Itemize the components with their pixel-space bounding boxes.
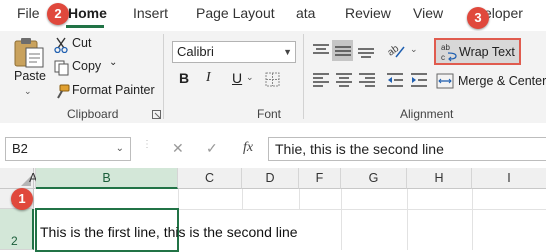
column-gridline bbox=[242, 189, 243, 209]
borders-button[interactable] bbox=[265, 72, 280, 87]
bottom-align-icon[interactable] bbox=[357, 43, 375, 59]
align-right-icon[interactable] bbox=[358, 72, 376, 88]
name-box-dropdown-icon[interactable]: ⌄ bbox=[116, 138, 124, 160]
format-painter-label: Format Painter bbox=[72, 83, 155, 97]
tab-review[interactable]: Review bbox=[345, 5, 391, 21]
paste-icon bbox=[14, 38, 44, 68]
format-painter-button[interactable]: Format Painter bbox=[54, 83, 155, 101]
formula-content: Thie, this is the second line bbox=[275, 141, 444, 157]
font-name-value: Calibri bbox=[177, 44, 214, 59]
merge-cells-icon bbox=[436, 73, 454, 89]
middle-align-button[interactable] bbox=[332, 40, 353, 61]
svg-text:ab: ab bbox=[441, 43, 450, 52]
column-header-c[interactable]: C bbox=[178, 168, 242, 189]
tab-page-layout[interactable]: Page Layout bbox=[196, 5, 275, 21]
column-header-label: D bbox=[265, 171, 275, 185]
cell-b2-text: This is the first line, this is the seco… bbox=[40, 224, 298, 240]
borders-icon bbox=[265, 72, 280, 87]
column-header-label: F bbox=[315, 171, 324, 185]
copy-button[interactable]: Copy ⌄ bbox=[54, 57, 124, 77]
decrease-indent-icon[interactable] bbox=[386, 72, 404, 88]
scissors-icon bbox=[54, 37, 68, 53]
font-name-select[interactable]: Calibri ▼ bbox=[172, 41, 296, 63]
ribbon-separator bbox=[303, 34, 304, 119]
ribbon-separator bbox=[163, 34, 164, 119]
clipboard-launcher-icon[interactable] bbox=[152, 110, 161, 119]
wrap-text-button[interactable]: ab c Wrap Text bbox=[434, 38, 521, 65]
underline-dropdown-icon[interactable]: ⌄ bbox=[246, 72, 254, 83]
wrap-text-label: Wrap Text bbox=[459, 45, 515, 59]
paste-label: Paste bbox=[14, 69, 46, 83]
column-gridline bbox=[341, 189, 342, 250]
paste-button[interactable] bbox=[11, 36, 51, 72]
tab-home[interactable]: Home bbox=[68, 5, 107, 21]
column-header-f[interactable]: F bbox=[299, 168, 341, 189]
copy-icon bbox=[54, 60, 69, 76]
home-tab-indicator bbox=[66, 25, 104, 28]
cancel-icon[interactable]: ✕ bbox=[172, 140, 184, 157]
row-header-label: 2 bbox=[11, 234, 18, 248]
tab-insert[interactable]: Insert bbox=[133, 5, 168, 21]
row-header-2[interactable]: 2 bbox=[0, 209, 34, 250]
svg-text:c: c bbox=[441, 53, 445, 62]
bold-button[interactable]: B bbox=[179, 70, 189, 86]
column-header-label: I bbox=[507, 171, 511, 185]
increase-indent-icon[interactable] bbox=[410, 72, 428, 88]
column-header-b[interactable]: B bbox=[36, 168, 178, 189]
alignment-group-label: Alignment bbox=[400, 107, 454, 121]
more-options-icon: ⋮ bbox=[142, 139, 152, 150]
top-align-icon[interactable] bbox=[312, 43, 330, 59]
column-header-label: C bbox=[204, 171, 215, 185]
callout-badge-1: 1 bbox=[11, 188, 33, 210]
column-header-g[interactable]: G bbox=[341, 168, 407, 189]
merge-center-label: Merge & Center bbox=[458, 74, 546, 88]
callout-badge-2: 2 bbox=[47, 3, 69, 25]
name-box[interactable]: B2 ⌄ bbox=[5, 137, 131, 161]
column-gridline bbox=[472, 189, 473, 250]
copy-label: Copy bbox=[72, 59, 102, 73]
clipboard-group-label: Clipboard bbox=[67, 107, 119, 121]
column-gridline bbox=[299, 189, 300, 209]
callout-badge-3: 3 bbox=[467, 7, 489, 29]
copy-dropdown-icon[interactable]: ⌄ bbox=[109, 57, 117, 68]
formula-buttons: ⋮ ✕ ✓ fx bbox=[140, 137, 266, 161]
chevron-down-icon: ▼ bbox=[283, 47, 292, 57]
column-header-d[interactable]: D bbox=[242, 168, 299, 189]
align-center-icon[interactable] bbox=[335, 72, 353, 88]
merge-center-button[interactable]: Merge & Center bbox=[436, 72, 546, 92]
tab-data[interactable]: ata bbox=[296, 5, 315, 21]
name-box-value: B2 bbox=[12, 141, 28, 156]
middle-align-icon bbox=[335, 46, 351, 56]
cut-label: Cut bbox=[72, 36, 92, 50]
orientation-icon[interactable]: ab bbox=[386, 41, 408, 61]
column-header-label: G bbox=[368, 171, 379, 185]
column-header-label: B bbox=[102, 171, 111, 185]
column-gridline bbox=[407, 189, 408, 250]
wrap-text-icon: ab c bbox=[441, 43, 457, 62]
paste-dropdown-icon[interactable]: ⌄ bbox=[24, 86, 32, 97]
font-group-label: Font bbox=[257, 107, 282, 121]
column-header-h[interactable]: H bbox=[407, 168, 472, 189]
tab-file[interactable]: File bbox=[17, 5, 40, 21]
svg-text:ab: ab bbox=[386, 43, 401, 59]
italic-button[interactable]: I bbox=[206, 70, 211, 86]
cut-button[interactable]: Cut bbox=[54, 36, 94, 54]
tab-developer[interactable]: eloper bbox=[484, 5, 523, 21]
enter-icon[interactable]: ✓ bbox=[206, 140, 218, 157]
formula-input[interactable]: Thie, this is the second line bbox=[268, 137, 546, 161]
tab-view[interactable]: View bbox=[413, 5, 443, 21]
orientation-dropdown-icon[interactable]: ⌄ bbox=[410, 44, 418, 55]
underline-button[interactable]: U bbox=[232, 70, 242, 86]
align-left-icon[interactable] bbox=[312, 72, 330, 88]
column-header-i[interactable]: I bbox=[472, 168, 546, 189]
insert-function-icon[interactable]: fx bbox=[243, 140, 253, 156]
column-header-label: H bbox=[434, 171, 444, 185]
paintbrush-icon bbox=[57, 84, 70, 99]
